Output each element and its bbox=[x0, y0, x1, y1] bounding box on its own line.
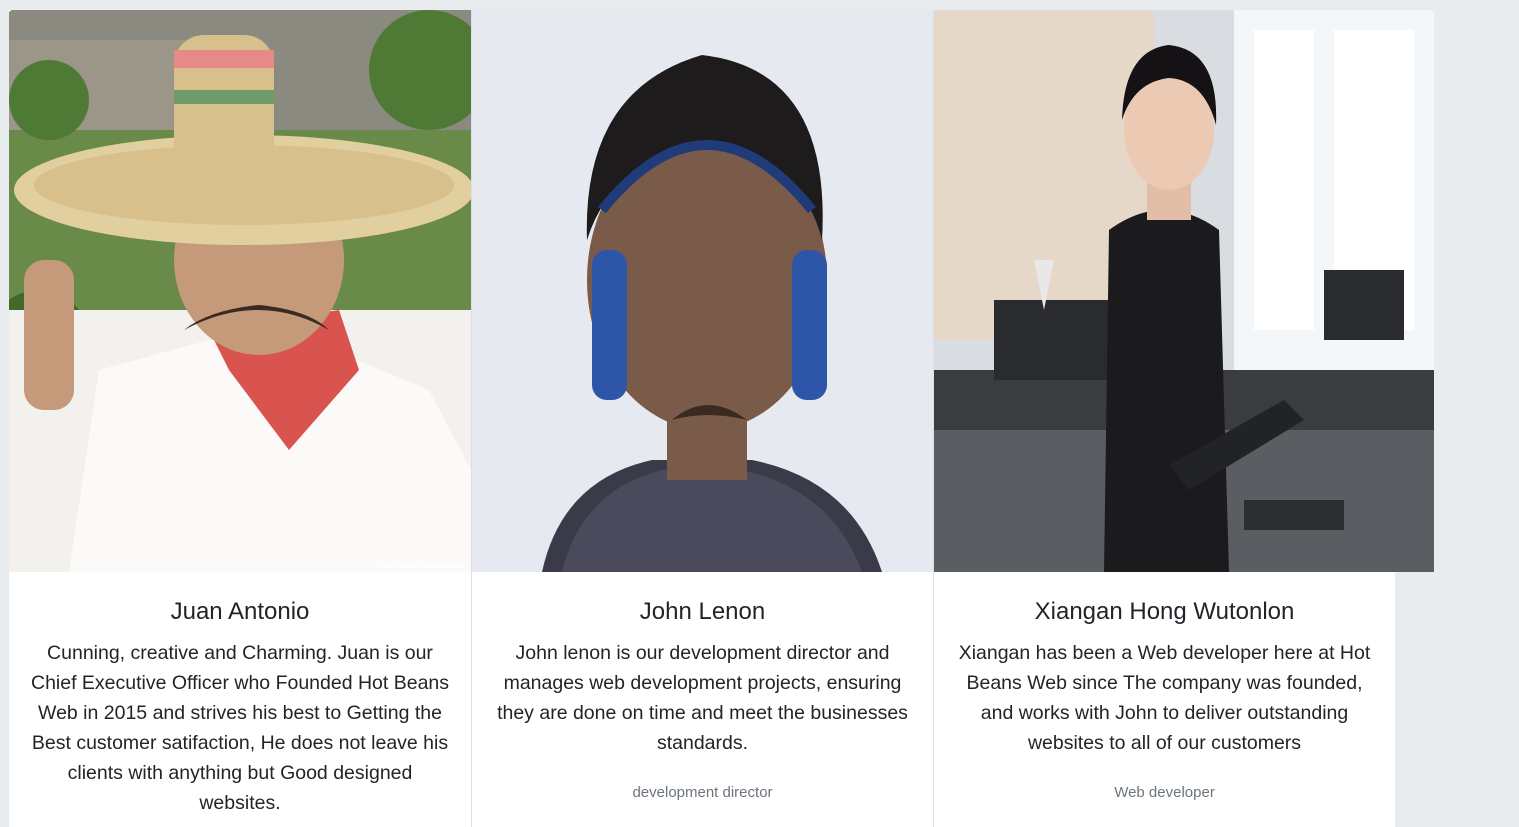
team-card-juan: Handlebar Moustache Juan Antonio Cunning… bbox=[9, 10, 471, 827]
member-bio: Cunning, creative and Charming. Juan is … bbox=[30, 642, 450, 814]
member-bio: Xiangan has been a Web developer here at… bbox=[958, 642, 1371, 754]
card-body: John Lenon John lenon is our development… bbox=[472, 572, 933, 803]
member-role: development director bbox=[632, 784, 773, 801]
card-body: Juan Antonio Cunning, creative and Charm… bbox=[9, 572, 471, 818]
team-card-group: Handlebar Moustache Juan Antonio Cunning… bbox=[9, 10, 1434, 827]
card-body: Xiangan Hong Wutonlon Xiangan has been a… bbox=[934, 572, 1395, 803]
member-role: Web developer bbox=[1114, 784, 1215, 801]
xiangan-photo bbox=[934, 10, 1434, 572]
juan-antonio-photo: Handlebar Moustache bbox=[9, 10, 471, 572]
team-card-xiangan: Xiangan Hong Wutonlon Xiangan has been a… bbox=[933, 10, 1434, 827]
team-card-john: John Lenon John lenon is our development… bbox=[471, 10, 933, 827]
photo-caption: Handlebar Moustache bbox=[376, 560, 464, 570]
john-lenon-photo bbox=[472, 10, 933, 572]
member-name: Xiangan Hong Wutonlon bbox=[1034, 598, 1295, 625]
member-name: John Lenon bbox=[639, 598, 766, 625]
member-bio: John lenon is our development director a… bbox=[497, 642, 908, 754]
member-name: Juan Antonio bbox=[170, 598, 310, 625]
